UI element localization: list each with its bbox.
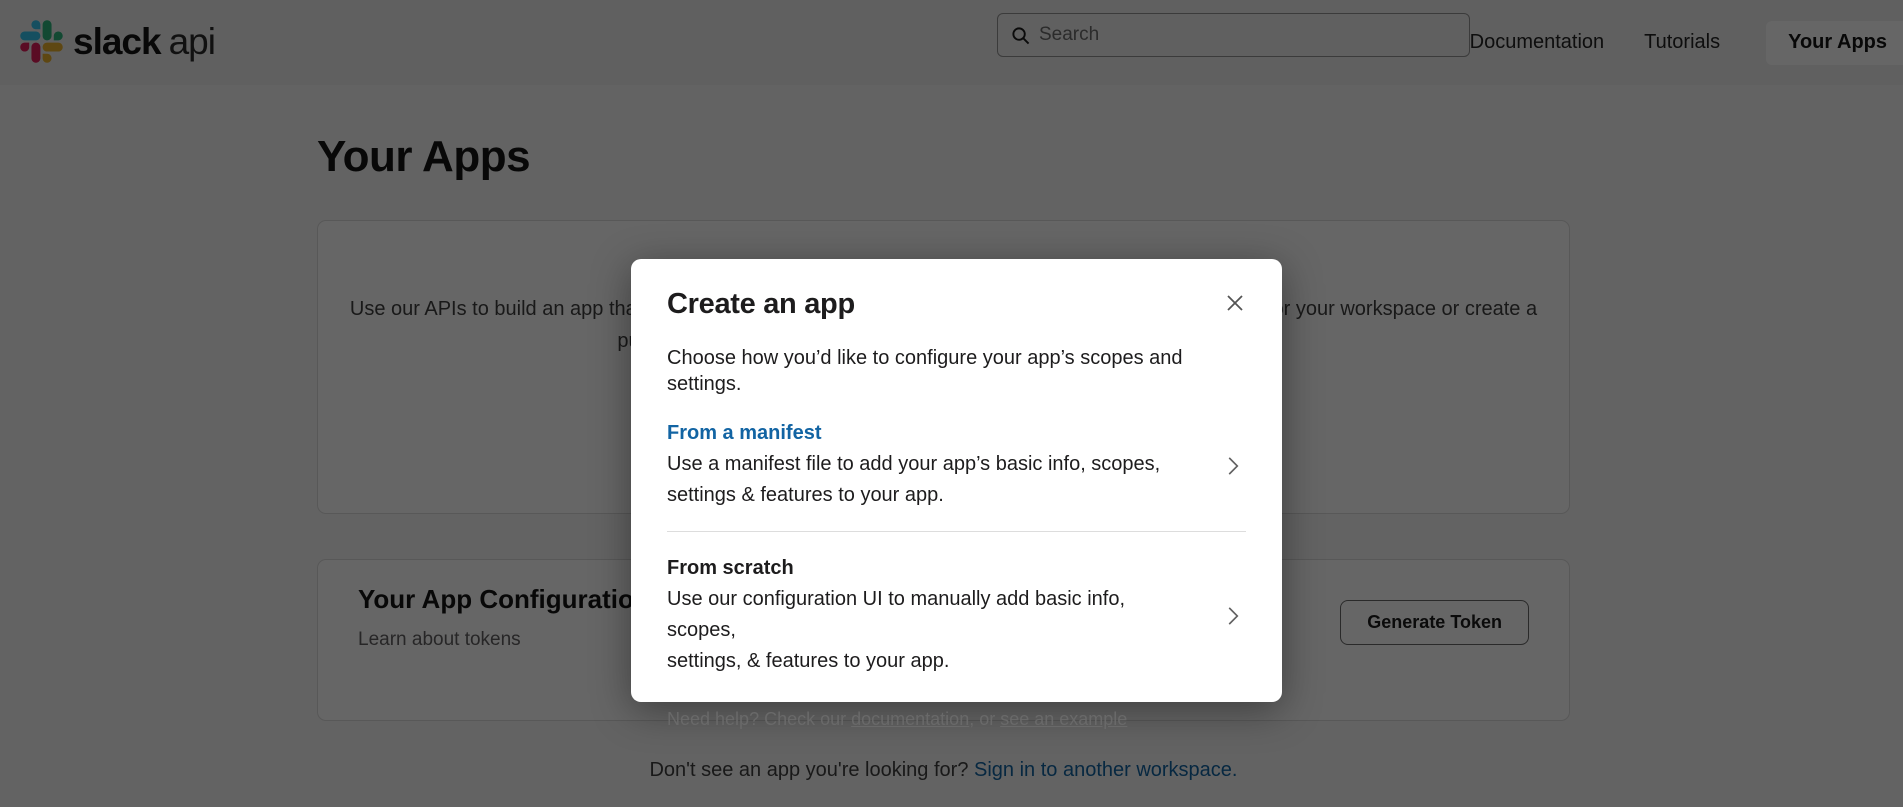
- slack-api-your-apps-page: { "header": { "brand": { "bold": "slack"…: [0, 0, 1903, 807]
- modal-help-line: Need help? Check our documentation, or s…: [667, 707, 1246, 731]
- help-separator-text: , or: [969, 709, 1000, 729]
- option-from-a-manifest[interactable]: From a manifest Use a manifest file to a…: [667, 420, 1246, 511]
- create-an-app-modal: Create an app Choose how you’d like to c…: [631, 259, 1282, 702]
- close-button[interactable]: [1224, 292, 1246, 314]
- from-scratch-title[interactable]: From scratch: [667, 555, 1172, 581]
- chevron-right-icon: [1220, 453, 1246, 479]
- chevron-right-icon: [1220, 603, 1246, 629]
- close-icon: [1224, 292, 1246, 314]
- documentation-link[interactable]: documentation: [851, 709, 969, 729]
- from-scratch-description: Use our configuration UI to manually add…: [667, 584, 1172, 677]
- from-a-manifest-title[interactable]: From a manifest: [667, 420, 1160, 446]
- modal-subtitle: Choose how you’d like to configure your …: [667, 345, 1246, 397]
- from-a-manifest-description: Use a manifest file to add your app’s ba…: [667, 449, 1160, 511]
- see-an-example-link[interactable]: see an example: [1000, 709, 1127, 729]
- options-divider: [667, 531, 1246, 532]
- option-from-scratch[interactable]: From scratch Use our configuration UI to…: [667, 555, 1246, 677]
- modal-title: Create an app: [667, 287, 855, 321]
- help-prefix-text: Need help? Check our: [667, 709, 851, 729]
